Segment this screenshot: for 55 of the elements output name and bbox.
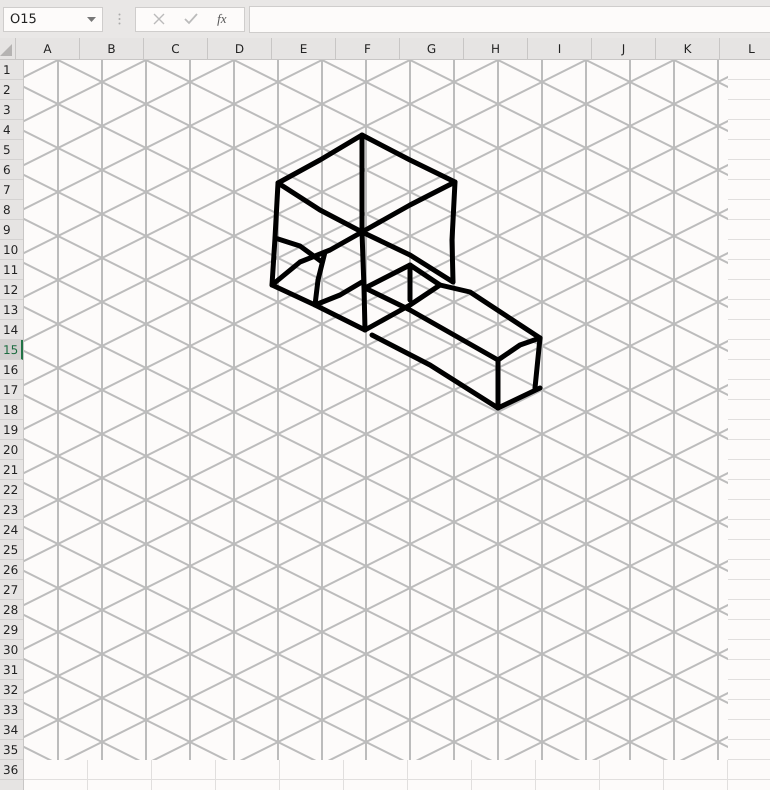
row-header[interactable]: 7 [0, 180, 23, 200]
formula-field[interactable] [249, 6, 770, 32]
column-header[interactable]: E [272, 38, 336, 59]
row-header[interactable]: 26 [0, 560, 23, 580]
row-header[interactable]: 15 [0, 340, 23, 360]
column-header[interactable]: A [16, 38, 80, 59]
row-header[interactable]: 16 [0, 360, 23, 380]
row-header[interactable]: 25 [0, 540, 23, 560]
dots-icon[interactable] [118, 13, 121, 25]
column-header[interactable]: L [720, 38, 770, 59]
column-header[interactable]: C [144, 38, 208, 59]
row-header[interactable]: 30 [0, 640, 23, 660]
row-header[interactable]: 34 [0, 720, 23, 740]
column-header[interactable]: B [80, 38, 144, 59]
row-header[interactable]: 1 [0, 60, 23, 80]
column-header[interactable]: F [336, 38, 400, 59]
row-header[interactable]: 28 [0, 600, 23, 620]
row-header[interactable]: 11 [0, 260, 23, 280]
row-header[interactable]: 19 [0, 420, 23, 440]
row-header[interactable]: 27 [0, 580, 23, 600]
select-all-icon[interactable] [0, 44, 12, 56]
insert-function-button[interactable]: fx [217, 11, 227, 27]
check-icon[interactable] [184, 13, 198, 25]
row-header[interactable]: 33 [0, 700, 23, 720]
row-header[interactable]: 29 [0, 620, 23, 640]
row-header[interactable]: 13 [0, 300, 23, 320]
row-header[interactable]: 8 [0, 200, 23, 220]
caret-icon [87, 16, 96, 22]
column-header[interactable]: H [464, 38, 528, 59]
column-header[interactable]: J [592, 38, 656, 59]
row-header[interactable]: 32 [0, 680, 23, 700]
row-header[interactable]: 24 [0, 520, 23, 540]
column-header[interactable]: I [528, 38, 592, 59]
row-header[interactable]: 18 [0, 400, 23, 420]
row-header[interactable]: 21 [0, 460, 23, 480]
name-box[interactable]: O15 [3, 6, 103, 32]
row-header[interactable]: 12 [0, 280, 23, 300]
row-header[interactable]: 4 [0, 120, 23, 140]
row-header[interactable]: 35 [0, 740, 23, 760]
row-header[interactable]: 2 [0, 80, 23, 100]
column-header[interactable]: K [656, 38, 720, 59]
row-header[interactable]: 22 [0, 480, 23, 500]
row-header[interactable]: 9 [0, 220, 23, 240]
row-header[interactable]: 6 [0, 160, 23, 180]
row-header[interactable]: 20 [0, 440, 23, 460]
row-header[interactable]: 10 [0, 240, 23, 260]
cancel-icon[interactable] [153, 13, 166, 25]
column-header[interactable]: G [400, 38, 464, 59]
row-header[interactable]: 17 [0, 380, 23, 400]
row-header[interactable]: 31 [0, 660, 23, 680]
row-header[interactable]: 5 [0, 140, 23, 160]
column-header[interactable]: D [208, 38, 272, 59]
row-header[interactable]: 3 [0, 100, 23, 120]
row-header[interactable]: 23 [0, 500, 23, 520]
row-header[interactable]: 36 [0, 760, 23, 780]
